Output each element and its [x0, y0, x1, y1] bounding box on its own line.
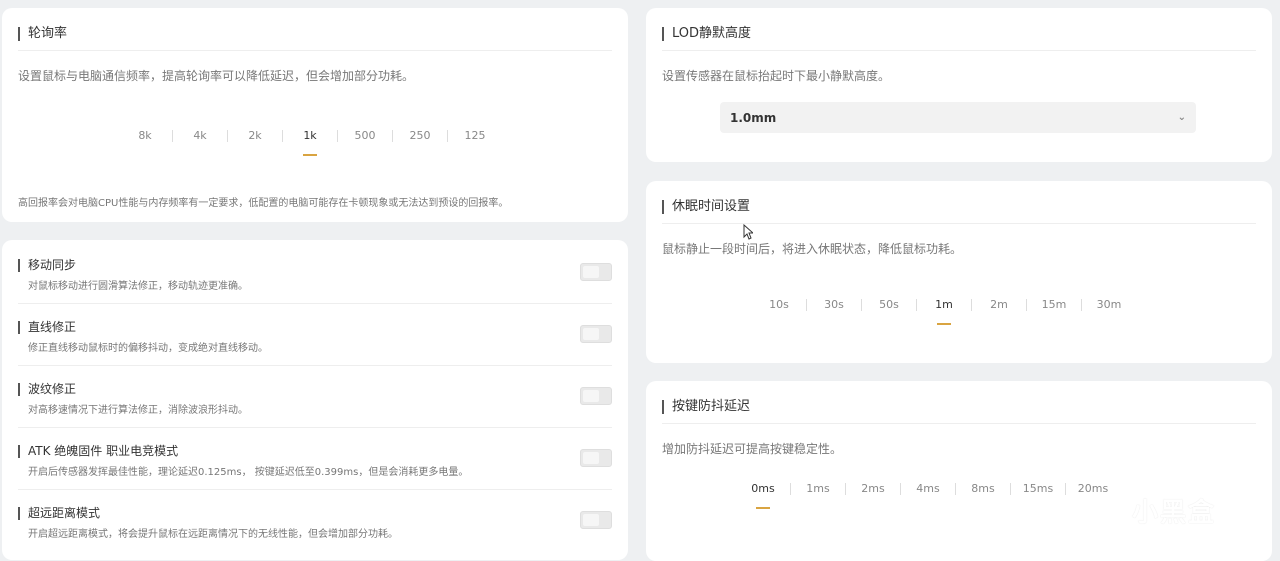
- polling-option[interactable]: 2k: [228, 124, 282, 148]
- feature-description: 开启后传感器发挥最佳性能，理论延迟0.125ms， 按键延迟低至0.399ms，…: [28, 467, 469, 478]
- sleep-time-selector: 10s 30s 50s 1m 2m 15m 30m: [752, 293, 1136, 325]
- feature-toggle[interactable]: [580, 449, 612, 467]
- feature-toggle[interactable]: [580, 263, 612, 281]
- row-divider: [18, 489, 612, 490]
- debounce-card: 按键防抖延迟 增加防抖延迟可提高按键稳定性。 0ms 1ms 2ms 4ms 8ms 15…: [646, 381, 1272, 561]
- feature-title: ATK 绝魄固件 职业电竞模式: [18, 445, 178, 458]
- toggle-knob: [583, 514, 599, 526]
- debounce-delay-selector: 0ms 1ms 2ms 4ms 8ms 15ms 20ms: [736, 477, 1120, 509]
- debounce-option[interactable]: 8ms: [956, 477, 1010, 501]
- polling-option[interactable]: 8k: [118, 124, 172, 148]
- row-divider: [18, 427, 612, 428]
- polling-divider: [18, 50, 612, 51]
- polling-note: 高回报率会对电脑CPU性能与内存频率有一定要求，低配置的电脑可能存在卡顿现象或无…: [18, 198, 509, 209]
- sleep-option[interactable]: 30m: [1082, 293, 1136, 317]
- lod-height-value: 1.0mm: [730, 110, 777, 125]
- polling-option[interactable]: 4k: [173, 124, 227, 148]
- feature-title: 波纹修正: [18, 383, 76, 396]
- row-divider: [18, 303, 612, 304]
- lod-divider: [662, 50, 1256, 51]
- lod-height-select[interactable]: 1.0mm ⌄: [720, 102, 1196, 133]
- feature-description: 对鼠标移动进行圆滑算法修正，移动轨迹更准确。: [28, 281, 248, 292]
- debounce-divider: [662, 423, 1256, 424]
- feature-toggle[interactable]: [580, 325, 612, 343]
- polling-option[interactable]: 500: [338, 124, 392, 148]
- feature-description: 修正直线移动鼠标时的偏移抖动，变成绝对直线移动。: [28, 343, 268, 354]
- debounce-option[interactable]: 15ms: [1011, 477, 1065, 501]
- sleep-option[interactable]: 10s: [752, 293, 806, 317]
- sleep-option[interactable]: 50s: [862, 293, 916, 317]
- polling-title: 轮询率: [18, 27, 67, 41]
- debounce-title: 按键防抖延迟: [662, 400, 750, 414]
- feature-title: 直线修正: [18, 321, 76, 334]
- sleep-title: 休眠时间设置: [662, 200, 750, 214]
- row-divider: [18, 365, 612, 366]
- mouse-cursor-icon: [743, 224, 753, 240]
- toggle-knob: [583, 328, 599, 340]
- polling-card: 轮询率 设置鼠标与电脑通信频率，提高轮询率可以降低延迟，但会增加部分功耗。 8k…: [2, 8, 628, 222]
- polling-option[interactable]: 250: [393, 124, 447, 148]
- feature-title: 移动同步: [18, 259, 76, 272]
- sleep-option[interactable]: 15m: [1027, 293, 1081, 317]
- polling-rate-selector: 8k 4k 2k 1k 500 250 125: [118, 124, 502, 156]
- debounce-option[interactable]: 2ms: [846, 477, 900, 501]
- lod-title: LOD静默高度: [662, 27, 751, 41]
- watermark-logo-icon: [1092, 492, 1124, 529]
- sleep-description: 鼠标静止一段时间后，将进入休眠状态，降低鼠标功耗。: [662, 242, 963, 256]
- toggle-knob: [583, 390, 599, 402]
- polling-description: 设置鼠标与电脑通信频率，提高轮询率可以降低延迟，但会增加部分功耗。: [18, 69, 415, 83]
- watermark: 小黑盒: [1090, 492, 1216, 529]
- feature-title: 超远距离模式: [18, 507, 100, 520]
- chevron-down-icon: ⌄: [1177, 112, 1186, 123]
- sleep-option[interactable]: 1m: [917, 293, 971, 325]
- toggle-knob: [583, 266, 599, 278]
- debounce-option[interactable]: 4ms: [901, 477, 955, 501]
- watermark-text: 小黑盒: [1132, 498, 1217, 528]
- toggle-knob: [583, 452, 599, 464]
- feature-toggle[interactable]: [580, 387, 612, 405]
- debounce-option[interactable]: 1ms: [791, 477, 845, 501]
- feature-description: 开启超远距离模式，将会提升鼠标在远距离情况下的无线性能，但会增加部分功耗。: [28, 529, 398, 540]
- feature-toggle[interactable]: [580, 511, 612, 529]
- features-card: 移动同步对鼠标移动进行圆滑算法修正，移动轨迹更准确。直线修正修正直线移动鼠标时的…: [2, 240, 628, 560]
- polling-option[interactable]: 125: [448, 124, 502, 148]
- feature-description: 对高移速情况下进行算法修正，消除波浪形抖动。: [28, 405, 248, 416]
- sleep-option[interactable]: 30s: [807, 293, 861, 317]
- debounce-description: 增加防抖延迟可提高按键稳定性。: [662, 442, 843, 456]
- sleep-option[interactable]: 2m: [972, 293, 1026, 317]
- lod-card: LOD静默高度 设置传感器在鼠标抬起时下最小静默高度。 1.0mm ⌄: [646, 8, 1272, 162]
- debounce-option[interactable]: 0ms: [736, 477, 790, 509]
- sleep-card: 休眠时间设置 鼠标静止一段时间后，将进入休眠状态，降低鼠标功耗。 10s 30s 5…: [646, 181, 1272, 363]
- polling-option[interactable]: 1k: [283, 124, 337, 156]
- lod-description: 设置传感器在鼠标抬起时下最小静默高度。: [662, 69, 891, 83]
